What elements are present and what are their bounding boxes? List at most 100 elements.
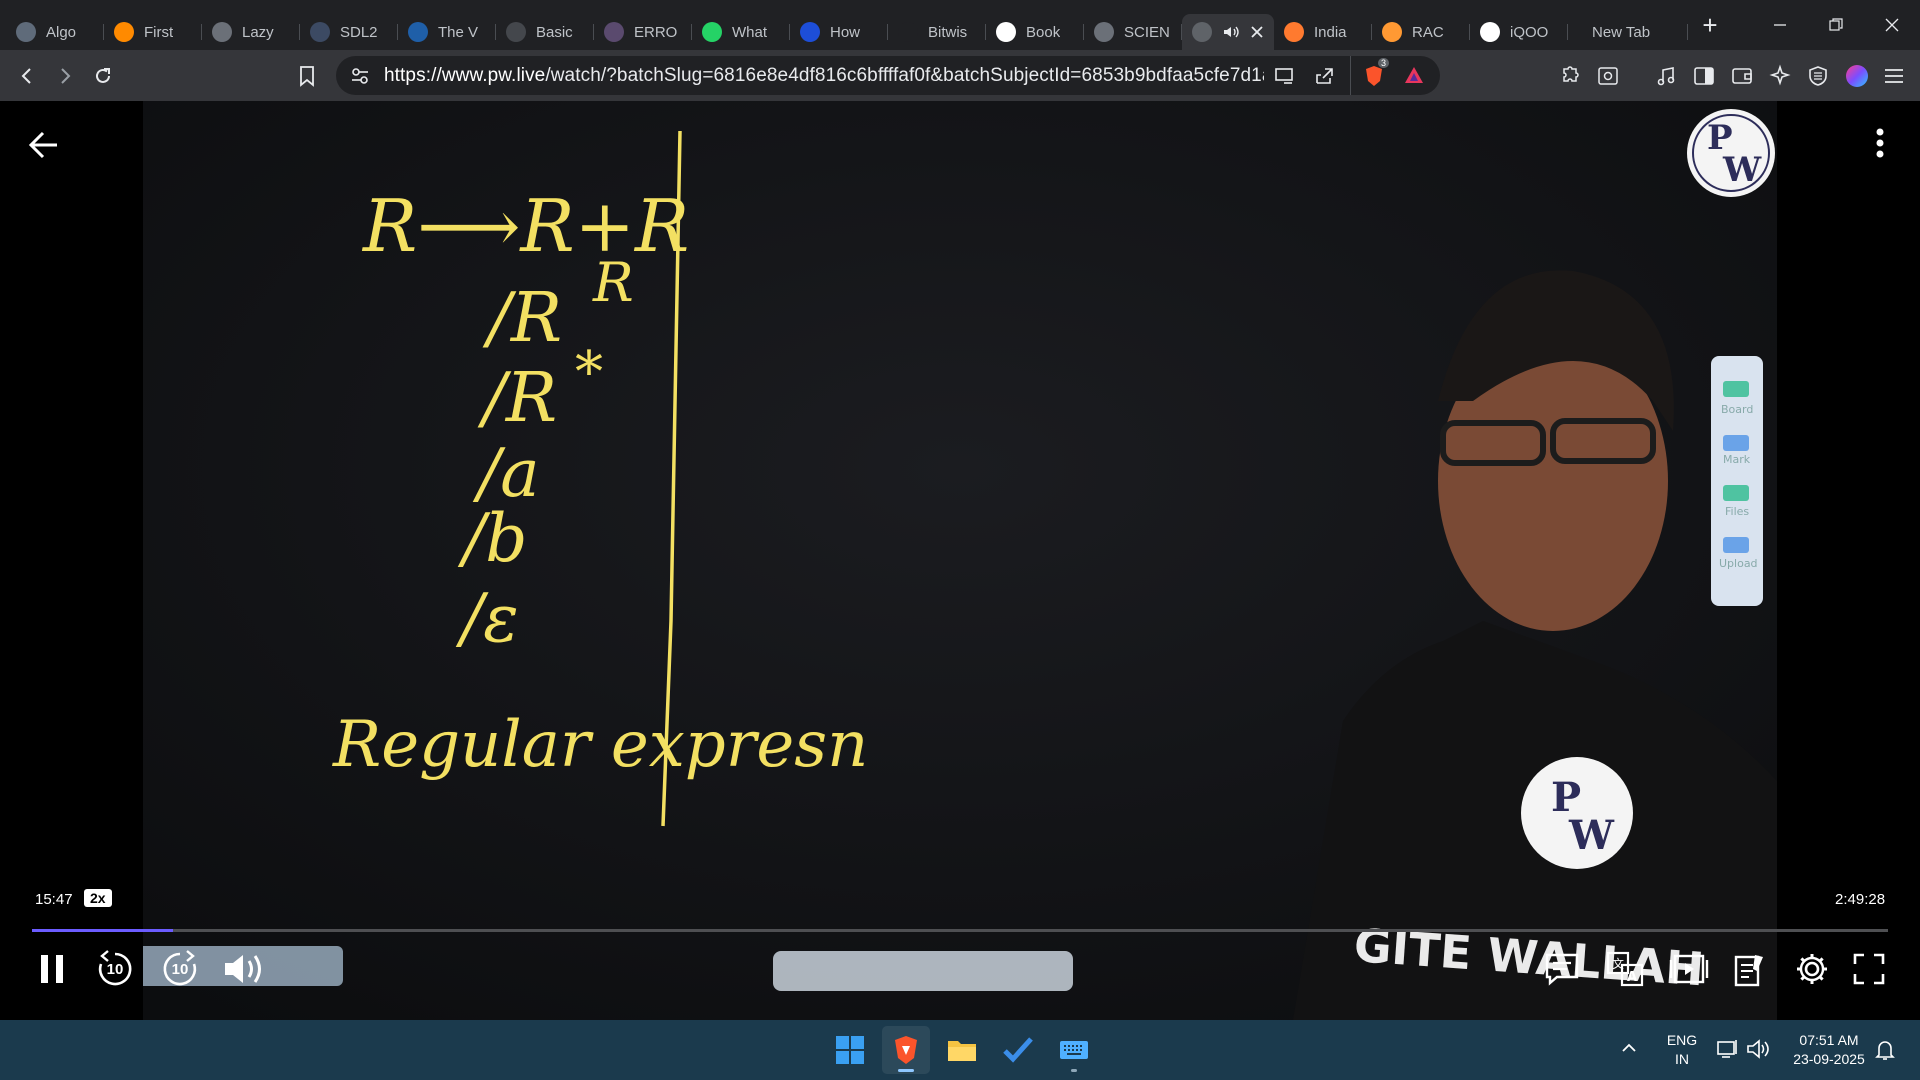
tab-list: Algo First Lazy SDL2 The V Basic ERRO What How Bi… (0, 0, 1688, 50)
url-path: /watch/?batchSlug=6816e8e4df816c6bffffaf… (545, 64, 1264, 86)
notifications-button[interactable] (1874, 1038, 1896, 1067)
menu-icon[interactable] (1882, 64, 1906, 88)
bolt-icon (114, 22, 134, 42)
notes-icon (1734, 955, 1763, 987)
tab[interactable]: RAC (1372, 14, 1470, 50)
seek-bar[interactable] (32, 929, 1888, 932)
more-options-button[interactable] (1860, 121, 1900, 165)
share-icon[interactable] (1314, 66, 1336, 86)
tab-label: How (830, 23, 861, 41)
arrow-right-icon (61, 67, 71, 84)
total-duration: 2:49:28 (1835, 891, 1886, 908)
language-button[interactable]: 文A (1603, 947, 1647, 991)
tab-label: The V (438, 23, 479, 41)
clock-date: 23-09-2025 (1793, 1051, 1865, 1067)
tab[interactable]: First (104, 14, 202, 50)
settings-button[interactable] (1790, 947, 1834, 991)
reading-mode-icon[interactable] (1596, 64, 1620, 88)
leo-ai-icon[interactable] (1768, 64, 1792, 88)
clock[interactable]: 07:51 AM 23-09-2025 (1784, 1031, 1874, 1069)
taskbar-touch-keyboard[interactable] (1050, 1026, 1098, 1074)
start-button[interactable] (826, 1026, 874, 1074)
india-flag-icon (1382, 22, 1402, 42)
bookmark-button[interactable] (288, 57, 326, 95)
tab[interactable]: iQOO (1470, 14, 1568, 50)
pause-icon (41, 955, 63, 983)
tab[interactable]: Book (986, 14, 1084, 50)
brave-rewards-icon[interactable] (1402, 64, 1426, 86)
video-frame[interactable]: R⟶R+R /R R /R * /a /b /ε Regular expresn… (113, 101, 1777, 1020)
audio-playing-icon (1192, 22, 1212, 42)
tab[interactable]: SDL2 (300, 14, 398, 50)
tab[interactable]: New Tab (1568, 14, 1688, 50)
wordpress-icon (408, 22, 428, 42)
fullscreen-icon (1853, 953, 1885, 985)
taskbar-file-explorer[interactable] (938, 1026, 986, 1074)
language-code: ENG (1666, 1032, 1698, 1048)
tab[interactable]: Lazy (202, 14, 300, 50)
input-language[interactable]: ENG IN (1664, 1031, 1700, 1069)
tab[interactable]: India (1274, 14, 1372, 50)
media-control-icon[interactable] (1654, 64, 1678, 88)
volume-button[interactable] (220, 947, 268, 991)
close-window-button[interactable] (1864, 0, 1920, 50)
tab-label: India (1314, 23, 1347, 41)
tab[interactable]: Bitwis (888, 14, 986, 50)
vpn-icon[interactable] (1806, 64, 1830, 88)
tab[interactable]: How (790, 14, 888, 50)
video-player[interactable]: R⟶R+R /R R /R * /a /b /ε Regular expresn… (0, 101, 1920, 1020)
restore-button[interactable] (1808, 0, 1864, 50)
pause-button[interactable] (32, 949, 72, 989)
tab[interactable]: Algo (6, 14, 104, 50)
network-status[interactable] (1716, 1038, 1740, 1065)
board-line-6: /ε (455, 580, 519, 657)
tab[interactable]: The V (398, 14, 496, 50)
tab[interactable]: ERRO (594, 14, 692, 50)
windows-logo-icon (836, 1036, 864, 1064)
reload-button[interactable] (84, 57, 122, 95)
board-side-panel: Board Mark Files Upload (1711, 356, 1763, 606)
tab[interactable]: Basic (496, 14, 594, 50)
speaker-icon (1747, 1039, 1769, 1059)
tab-audio-icon[interactable] (1222, 24, 1240, 40)
player-left-margin (0, 101, 143, 1020)
taskbar-brave-browser[interactable] (882, 1026, 930, 1074)
forward-10-button[interactable]: 10 (158, 947, 202, 991)
close-tab-icon[interactable] (1250, 25, 1264, 39)
svg-text:Upload: Upload (1719, 557, 1758, 570)
forward-button[interactable] (46, 57, 84, 95)
tab-active[interactable] (1182, 14, 1274, 50)
notes-button[interactable] (1728, 947, 1772, 991)
address-bar[interactable]: https://www.pw.live/watch/?batchSlug=681… (336, 56, 1440, 95)
back-to-course-button[interactable] (22, 123, 66, 167)
board-line-5: /b (457, 500, 528, 577)
wallet-icon[interactable] (1730, 64, 1754, 88)
minimize-button[interactable] (1752, 0, 1808, 50)
extensions-icon[interactable] (1558, 64, 1582, 88)
shield-count-badge: 3 (1378, 58, 1390, 68)
rewind-10-button[interactable]: 10 (93, 947, 137, 991)
tab[interactable]: What (692, 14, 790, 50)
new-tab-button[interactable]: + (1688, 7, 1732, 43)
url-text[interactable]: https://www.pw.live/watch/?batchSlug=681… (384, 65, 1264, 87)
board-line-2: /R (482, 279, 562, 358)
taskbar-todo[interactable] (994, 1026, 1042, 1074)
chevron-up-icon (1622, 1043, 1636, 1052)
tab[interactable]: SCIEN (1084, 14, 1182, 50)
cast-icon[interactable] (1274, 66, 1296, 86)
svg-text:文: 文 (1612, 956, 1624, 971)
back-button[interactable] (8, 57, 46, 95)
playback-speed-badge[interactable]: 2x (84, 889, 112, 907)
tab-strip: Algo First Lazy SDL2 The V Basic ERRO What How Bi… (0, 0, 1920, 50)
chat-button[interactable] (1540, 947, 1584, 991)
restore-icon (1829, 18, 1843, 31)
profile-avatar[interactable] (1846, 65, 1868, 87)
fullscreen-button[interactable] (1847, 947, 1891, 991)
sidebar-icon[interactable] (1692, 64, 1716, 88)
svg-text:Board: Board (1721, 403, 1753, 416)
picture-in-picture-button[interactable] (1667, 947, 1711, 991)
video-playlist-icon (1669, 954, 1709, 984)
board-line-7: Regular expresn (332, 708, 868, 782)
show-hidden-icons-button[interactable] (1620, 1040, 1638, 1059)
volume-status[interactable] (1746, 1038, 1770, 1065)
